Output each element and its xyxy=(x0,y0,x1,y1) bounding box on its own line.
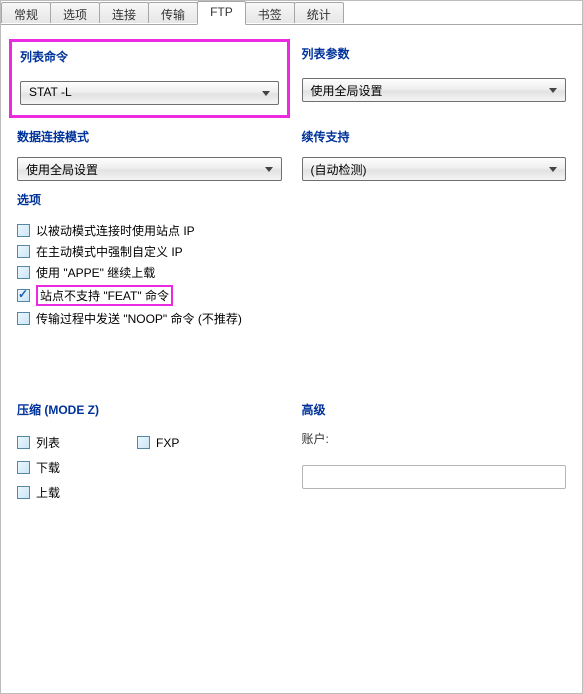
account-input[interactable] xyxy=(302,465,567,489)
option-passive-site-ip: 以被动模式连接时使用站点 IP xyxy=(17,222,566,239)
tab-label: FTP xyxy=(210,5,233,19)
tab-label: 连接 xyxy=(112,8,136,22)
tab-ftp[interactable]: FTP xyxy=(197,1,246,25)
resume-value: (自动检测) xyxy=(311,163,367,177)
tab-options[interactable]: 选项 xyxy=(50,2,100,23)
compress-label: 压缩 (MODE Z) xyxy=(17,401,282,418)
tab-label: 选项 xyxy=(63,8,87,22)
checkbox-compress-list[interactable] xyxy=(17,436,30,449)
tab-connection[interactable]: 连接 xyxy=(99,2,149,23)
resume-group: 续传支持 (自动检测) xyxy=(302,128,567,181)
option-label: 在主动模式中强制自定义 IP xyxy=(36,243,183,260)
data-conn-select[interactable]: 使用全局设置 xyxy=(17,157,282,181)
tab-bar: 常规 选项 连接 传输 FTP 书签 统计 xyxy=(1,1,582,25)
advanced-group: 高级 账户: xyxy=(302,401,567,505)
tab-label: 书签 xyxy=(258,8,282,22)
compress-download: 下载 xyxy=(17,459,137,476)
list-params-select[interactable]: 使用全局设置 xyxy=(302,78,567,102)
list-params-value: 使用全局设置 xyxy=(311,84,383,98)
checkbox-compress-download[interactable] xyxy=(17,461,30,474)
tab-bookmarks[interactable]: 书签 xyxy=(245,2,295,23)
compress-item-label: 列表 xyxy=(36,434,60,451)
option-label: 传输过程中发送 "NOOP" 命令 (不推荐) xyxy=(36,310,242,327)
checkbox-appe-upload[interactable] xyxy=(17,266,30,279)
tab-transfer[interactable]: 传输 xyxy=(148,2,198,23)
checkbox-no-feat[interactable] xyxy=(17,289,30,302)
tab-stats[interactable]: 统计 xyxy=(294,2,344,23)
list-command-value: STAT -L xyxy=(29,85,72,99)
options-label: 选项 xyxy=(17,191,566,208)
spacer xyxy=(17,341,566,391)
resume-select[interactable]: (自动检测) xyxy=(302,157,567,181)
list-params-group: 列表参数 使用全局设置 xyxy=(302,45,567,118)
list-params-label: 列表参数 xyxy=(302,45,567,62)
list-command-label: 列表命令 xyxy=(20,48,279,65)
tab-label: 传输 xyxy=(161,8,185,22)
option-label: 使用 "APPE" 继续上载 xyxy=(36,264,155,281)
list-command-group: 列表命令 STAT -L xyxy=(17,45,282,118)
options-group: 选项 以被动模式连接时使用站点 IP 在主动模式中强制自定义 IP 使用 "AP… xyxy=(17,191,566,331)
checkbox-compress-fxp[interactable] xyxy=(137,436,150,449)
highlight-box-list-command: 列表命令 STAT -L xyxy=(9,39,290,118)
advanced-label: 高级 xyxy=(302,401,567,418)
highlight-box-no-feat: 站点不支持 "FEAT" 命令 xyxy=(36,285,173,306)
compress-upload: 上载 xyxy=(17,484,137,501)
data-conn-group: 数据连接模式 使用全局设置 xyxy=(17,128,282,181)
checkbox-force-active-ip[interactable] xyxy=(17,245,30,258)
account-label: 账户: xyxy=(302,430,567,447)
list-command-select[interactable]: STAT -L xyxy=(20,81,279,105)
checkbox-passive-site-ip[interactable] xyxy=(17,224,30,237)
resume-label: 续传支持 xyxy=(302,128,567,145)
option-force-active-ip: 在主动模式中强制自定义 IP xyxy=(17,243,566,260)
option-no-feat: 站点不支持 "FEAT" 命令 xyxy=(17,285,566,306)
checkbox-compress-upload[interactable] xyxy=(17,486,30,499)
tab-general[interactable]: 常规 xyxy=(1,2,51,23)
tab-label: 统计 xyxy=(307,8,331,22)
option-label: 以被动模式连接时使用站点 IP xyxy=(36,222,195,239)
compress-group: 压缩 (MODE Z) 列表 FXP 下载 上载 xyxy=(17,401,282,505)
compress-item-label: FXP xyxy=(156,436,179,450)
tab-label: 常规 xyxy=(14,8,38,22)
ftp-panel: 列表命令 STAT -L 列表参数 使用全局设置 数据连接模式 使用全局设置 续… xyxy=(1,25,582,521)
data-conn-label: 数据连接模式 xyxy=(17,128,282,145)
compress-item-label: 下载 xyxy=(36,459,60,476)
option-noop: 传输过程中发送 "NOOP" 命令 (不推荐) xyxy=(17,310,566,327)
compress-fxp: FXP xyxy=(137,434,282,451)
compress-list: 列表 xyxy=(17,434,137,451)
option-appe-upload: 使用 "APPE" 继续上载 xyxy=(17,264,566,281)
data-conn-value: 使用全局设置 xyxy=(26,163,98,177)
checkbox-noop[interactable] xyxy=(17,312,30,325)
compress-item-label: 上载 xyxy=(36,484,60,501)
option-label: 站点不支持 "FEAT" 命令 xyxy=(40,289,169,303)
